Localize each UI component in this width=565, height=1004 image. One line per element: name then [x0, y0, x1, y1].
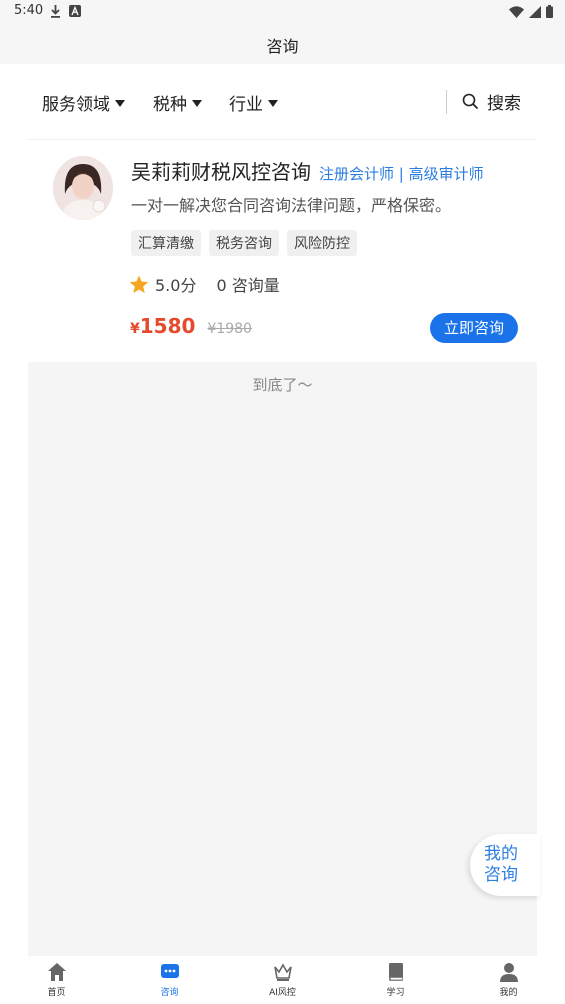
- caret-down-icon: [192, 99, 202, 107]
- status-notification-icons: [50, 5, 81, 18]
- tag: 风险防控: [287, 230, 357, 256]
- current-price: ¥1580: [130, 314, 195, 338]
- chat-icon: [160, 964, 179, 978]
- caret-down-icon: [268, 99, 278, 107]
- tab-label: 咨询: [160, 988, 179, 998]
- float-button-line2: 咨询: [484, 865, 518, 885]
- search-button[interactable]: 搜索: [462, 89, 521, 114]
- filter-label: 税种: [153, 95, 187, 115]
- tab-ai-risk[interactable]: AI风控: [226, 956, 339, 1004]
- app-a-icon: [69, 5, 81, 17]
- float-button-line1: 我的: [484, 844, 518, 864]
- home-icon: [47, 963, 66, 981]
- advisor-card[interactable]: 吴莉莉财税风控咨询 注册会计师 | 高级审计师 一对一解决您合同咨询法律问题，严…: [28, 140, 537, 362]
- tab-label: AI风控: [269, 988, 296, 998]
- status-system-icons: [509, 5, 553, 18]
- advisor-stats: 5.0分 0 咨询量: [129, 272, 280, 296]
- consult-now-button[interactable]: 立即咨询: [430, 313, 518, 343]
- currency-symbol: ¥: [130, 321, 140, 337]
- tag: 税务咨询: [209, 230, 279, 256]
- advisor-title: 注册会计师 | 高级审计师: [319, 165, 484, 183]
- wifi-icon: [509, 5, 524, 18]
- filter-tax-type[interactable]: 税种: [153, 90, 202, 115]
- filter-divider: [446, 90, 447, 114]
- signal-icon: [529, 5, 541, 18]
- filter-label: 服务领域: [42, 95, 110, 115]
- tab-learn[interactable]: 学习: [339, 956, 452, 1004]
- crown-icon: [273, 963, 292, 981]
- star-icon: [129, 275, 149, 293]
- filter-service-area[interactable]: 服务领域: [42, 90, 125, 115]
- advisor-name: 吴莉莉财税风控咨询: [131, 160, 311, 184]
- page-title: 咨询: [266, 37, 299, 56]
- caret-down-icon: [115, 99, 125, 107]
- my-consultations-float-button[interactable]: 我的 咨询: [470, 834, 540, 896]
- user-icon: [499, 963, 518, 982]
- advisor-description: 一对一解决您合同咨询法律问题，严格保密。: [131, 196, 452, 215]
- battery-icon: [546, 5, 553, 18]
- bottom-tab-bar: 首页 咨询 AI风控 学习 我的: [0, 956, 565, 1004]
- tab-home[interactable]: 首页: [0, 956, 113, 1004]
- advisor-avatar: [53, 156, 113, 220]
- consult-count: 0 咨询量: [216, 276, 280, 295]
- tab-mine[interactable]: 我的: [452, 956, 565, 1004]
- status-bar: 5:40: [0, 0, 565, 24]
- tab-consult[interactable]: 咨询: [113, 956, 226, 1004]
- price-row: ¥1580 ¥1980: [130, 314, 252, 338]
- advisor-tags: 汇算清缴 税务咨询 风险防控: [131, 230, 357, 256]
- tag: 汇算清缴: [131, 230, 201, 256]
- advisor-name-row: 吴莉莉财税风控咨询 注册会计师 | 高级审计师: [131, 156, 484, 185]
- filter-label: 行业: [229, 95, 263, 115]
- rating: 5.0分: [155, 276, 197, 295]
- list-end-text: 到底了～: [252, 376, 313, 394]
- search-label: 搜索: [487, 94, 521, 114]
- list-area[interactable]: 到底了～: [28, 362, 537, 956]
- filter-industry[interactable]: 行业: [229, 90, 278, 115]
- tab-label: 首页: [47, 988, 66, 998]
- tab-label: 我的: [499, 988, 518, 998]
- search-icon: [462, 93, 479, 110]
- status-time: 5:40: [14, 3, 44, 18]
- title-bar: 咨询: [0, 24, 565, 64]
- original-price: ¥1980: [207, 321, 252, 337]
- price-value: 1580: [139, 314, 196, 338]
- tab-label: 学习: [386, 988, 405, 998]
- book-icon: [388, 963, 403, 981]
- download-icon: [51, 5, 60, 18]
- filter-bar: 服务领域 税种 行业 搜索: [28, 64, 537, 140]
